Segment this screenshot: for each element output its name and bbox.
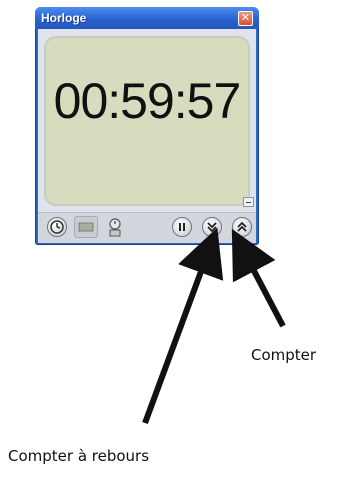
- count-up-arrow: [231, 228, 286, 328]
- count-down-label: Compter à rebours: [8, 447, 150, 465]
- count-down-arrow: [142, 227, 224, 425]
- annotation-arrows: [142, 227, 286, 425]
- count-up-label: Compter: [251, 346, 317, 364]
